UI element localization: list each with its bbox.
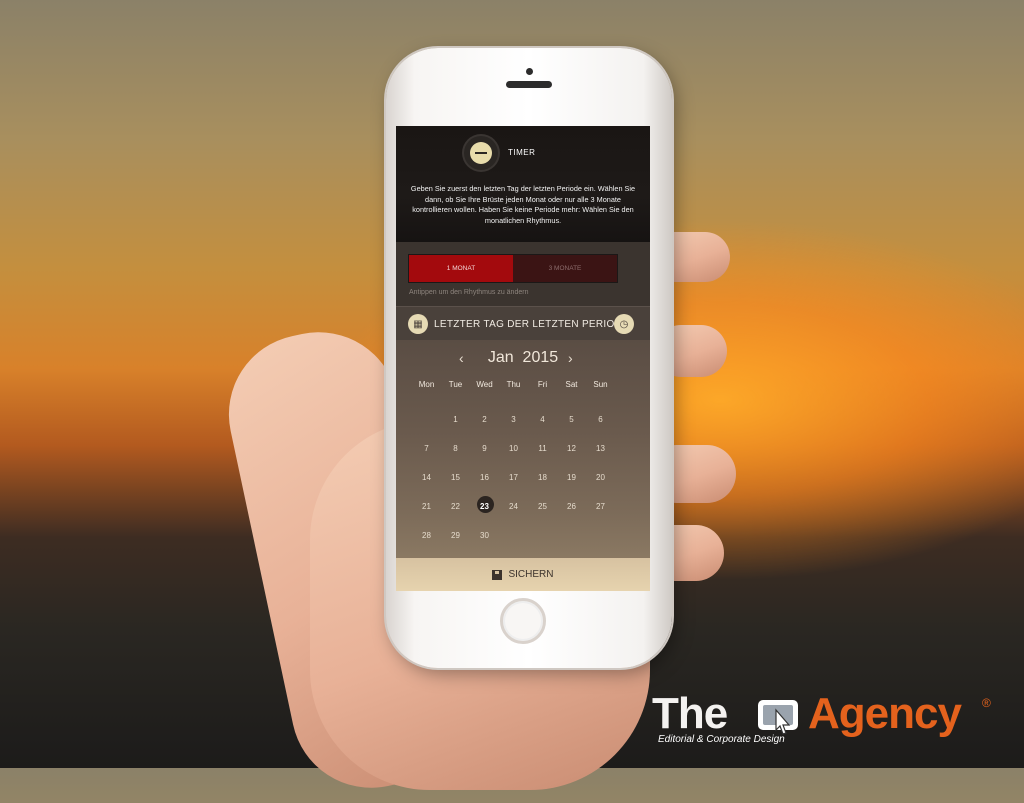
calendar-day[interactable]: 1 [441,415,470,424]
calendar-day[interactable]: 2 [470,415,499,424]
weekday-label: Mon [418,380,435,389]
logo-text-agency: Agency [808,689,962,738]
calendar-day[interactable]: 4 [528,415,557,424]
calendar-day[interactable]: 23 [470,496,499,513]
calendar-day[interactable]: 24 [499,502,528,511]
calendar-day[interactable]: 22 [441,502,470,511]
timer-icon [470,142,492,164]
floppy-disk-icon [492,569,503,580]
calendar-day[interactable]: 30 [470,531,499,540]
calendar-grid: 1 2 3 4 5 6 7 8 9 10 11 12 13 14 15 16 17 18 19 20 21 22 23 24 2… [412,405,634,550]
calendar-day[interactable]: 20 [586,473,615,482]
calendar-week-row: 21 22 23 24 25 26 27 [412,492,634,521]
weekday-label: Sun [593,380,608,389]
calendar-day[interactable]: 9 [470,444,499,453]
calendar-day[interactable]: 14 [412,473,441,482]
month-label: Jan 2015 [396,349,650,367]
year-label: 2015 [522,349,559,366]
calendar-day[interactable]: 13 [586,444,615,453]
weekday-label: Thu [506,380,521,389]
calendar-week-row: 123456 [412,405,634,434]
weekday-header: Mon Tue Wed Thu Fri Sat Sun [412,380,634,389]
chevron-right-icon[interactable]: › [568,348,573,368]
home-button[interactable] [500,598,546,644]
calendar-day[interactable]: 29 [441,531,470,540]
month-name: Jan [487,349,514,366]
rhythm-toggle[interactable]: 1 MONAT 3 MONATE [409,255,617,282]
calendar-day[interactable]: 5 [557,415,586,424]
weekday-label: Wed [476,380,493,389]
calendar-day[interactable]: 21 [412,502,441,511]
phone: TIMER Geben Sie zuerst den letzten Tag d… [386,48,672,668]
calendar-day[interactable]: 8 [441,444,470,453]
weekday-label: Tue [448,380,463,389]
calendar-day[interactable]: 10 [499,444,528,453]
calendar-week-row: 28 29 30 [412,521,634,550]
calendar-day[interactable]: 25 [528,502,557,511]
calendar-day[interactable]: 26 [557,502,586,511]
rhythm-option-1-monat[interactable]: 1 MONAT [409,255,513,282]
intro-panel: TIMER Geben Sie zuerst den letzten Tag d… [396,126,650,242]
registered-mark: ® [982,696,991,710]
save-label: SICHERN [508,569,554,580]
calendar-day[interactable]: 3 [499,415,528,424]
timer-button[interactable] [464,136,498,170]
speaker [506,81,552,88]
section-header: ▦ LETZTER TAG DER LETZTEN PERIODE ◷ [396,306,650,342]
calendar-icon: ▦ [408,314,428,334]
alarm-clock-icon[interactable]: ◷ [614,314,634,334]
calendar-day[interactable]: 7 [412,444,441,453]
app-screen: TIMER Geben Sie zuerst den letzten Tag d… [396,126,650,591]
rhythm-option-3-monate[interactable]: 3 MONATE [513,255,617,282]
calendar-day[interactable]: 27 [586,502,615,511]
weekday-label: Sat [565,380,578,389]
calendar-day[interactable]: 16 [470,473,499,482]
calendar-day[interactable]: 28 [412,531,441,540]
camera [526,68,533,75]
rhythm-hint: Antippen um den Rhythmus zu ändern [409,289,529,296]
calendar-day[interactable]: 6 [586,415,615,424]
calendar-day[interactable]: 12 [557,444,586,453]
intro-text: Geben Sie zuerst den letzten Tag der let… [410,184,636,225]
agency-logo: The Agency ® Editorial & Corporate Desig… [652,690,1002,750]
calendar-nav: ‹ Jan 2015 › [396,348,650,368]
logo-tagline: Editorial & Corporate Design [658,734,785,745]
calendar-day[interactable]: 17 [499,473,528,482]
calendar-day[interactable]: 11 [528,444,557,453]
timer-label: TIMER [508,148,536,157]
calendar-week-row: 14 15 16 17 18 19 20 [412,463,634,492]
weekday-label: Fri [537,380,548,389]
calendar-day[interactable]: 15 [441,473,470,482]
calendar-day[interactable]: 18 [528,473,557,482]
calendar-week-row: 7 8 9 10 11 12 13 [412,434,634,463]
calendar: ‹ Jan 2015 › Mon Tue Wed Thu Fri Sat Sun… [396,340,650,570]
logo-text-the: The [652,689,728,738]
save-button[interactable]: SICHERN [396,558,650,591]
calendar-day[interactable]: 19 [557,473,586,482]
section-title: LETZTER TAG DER LETZTEN PERIODE [434,319,630,330]
